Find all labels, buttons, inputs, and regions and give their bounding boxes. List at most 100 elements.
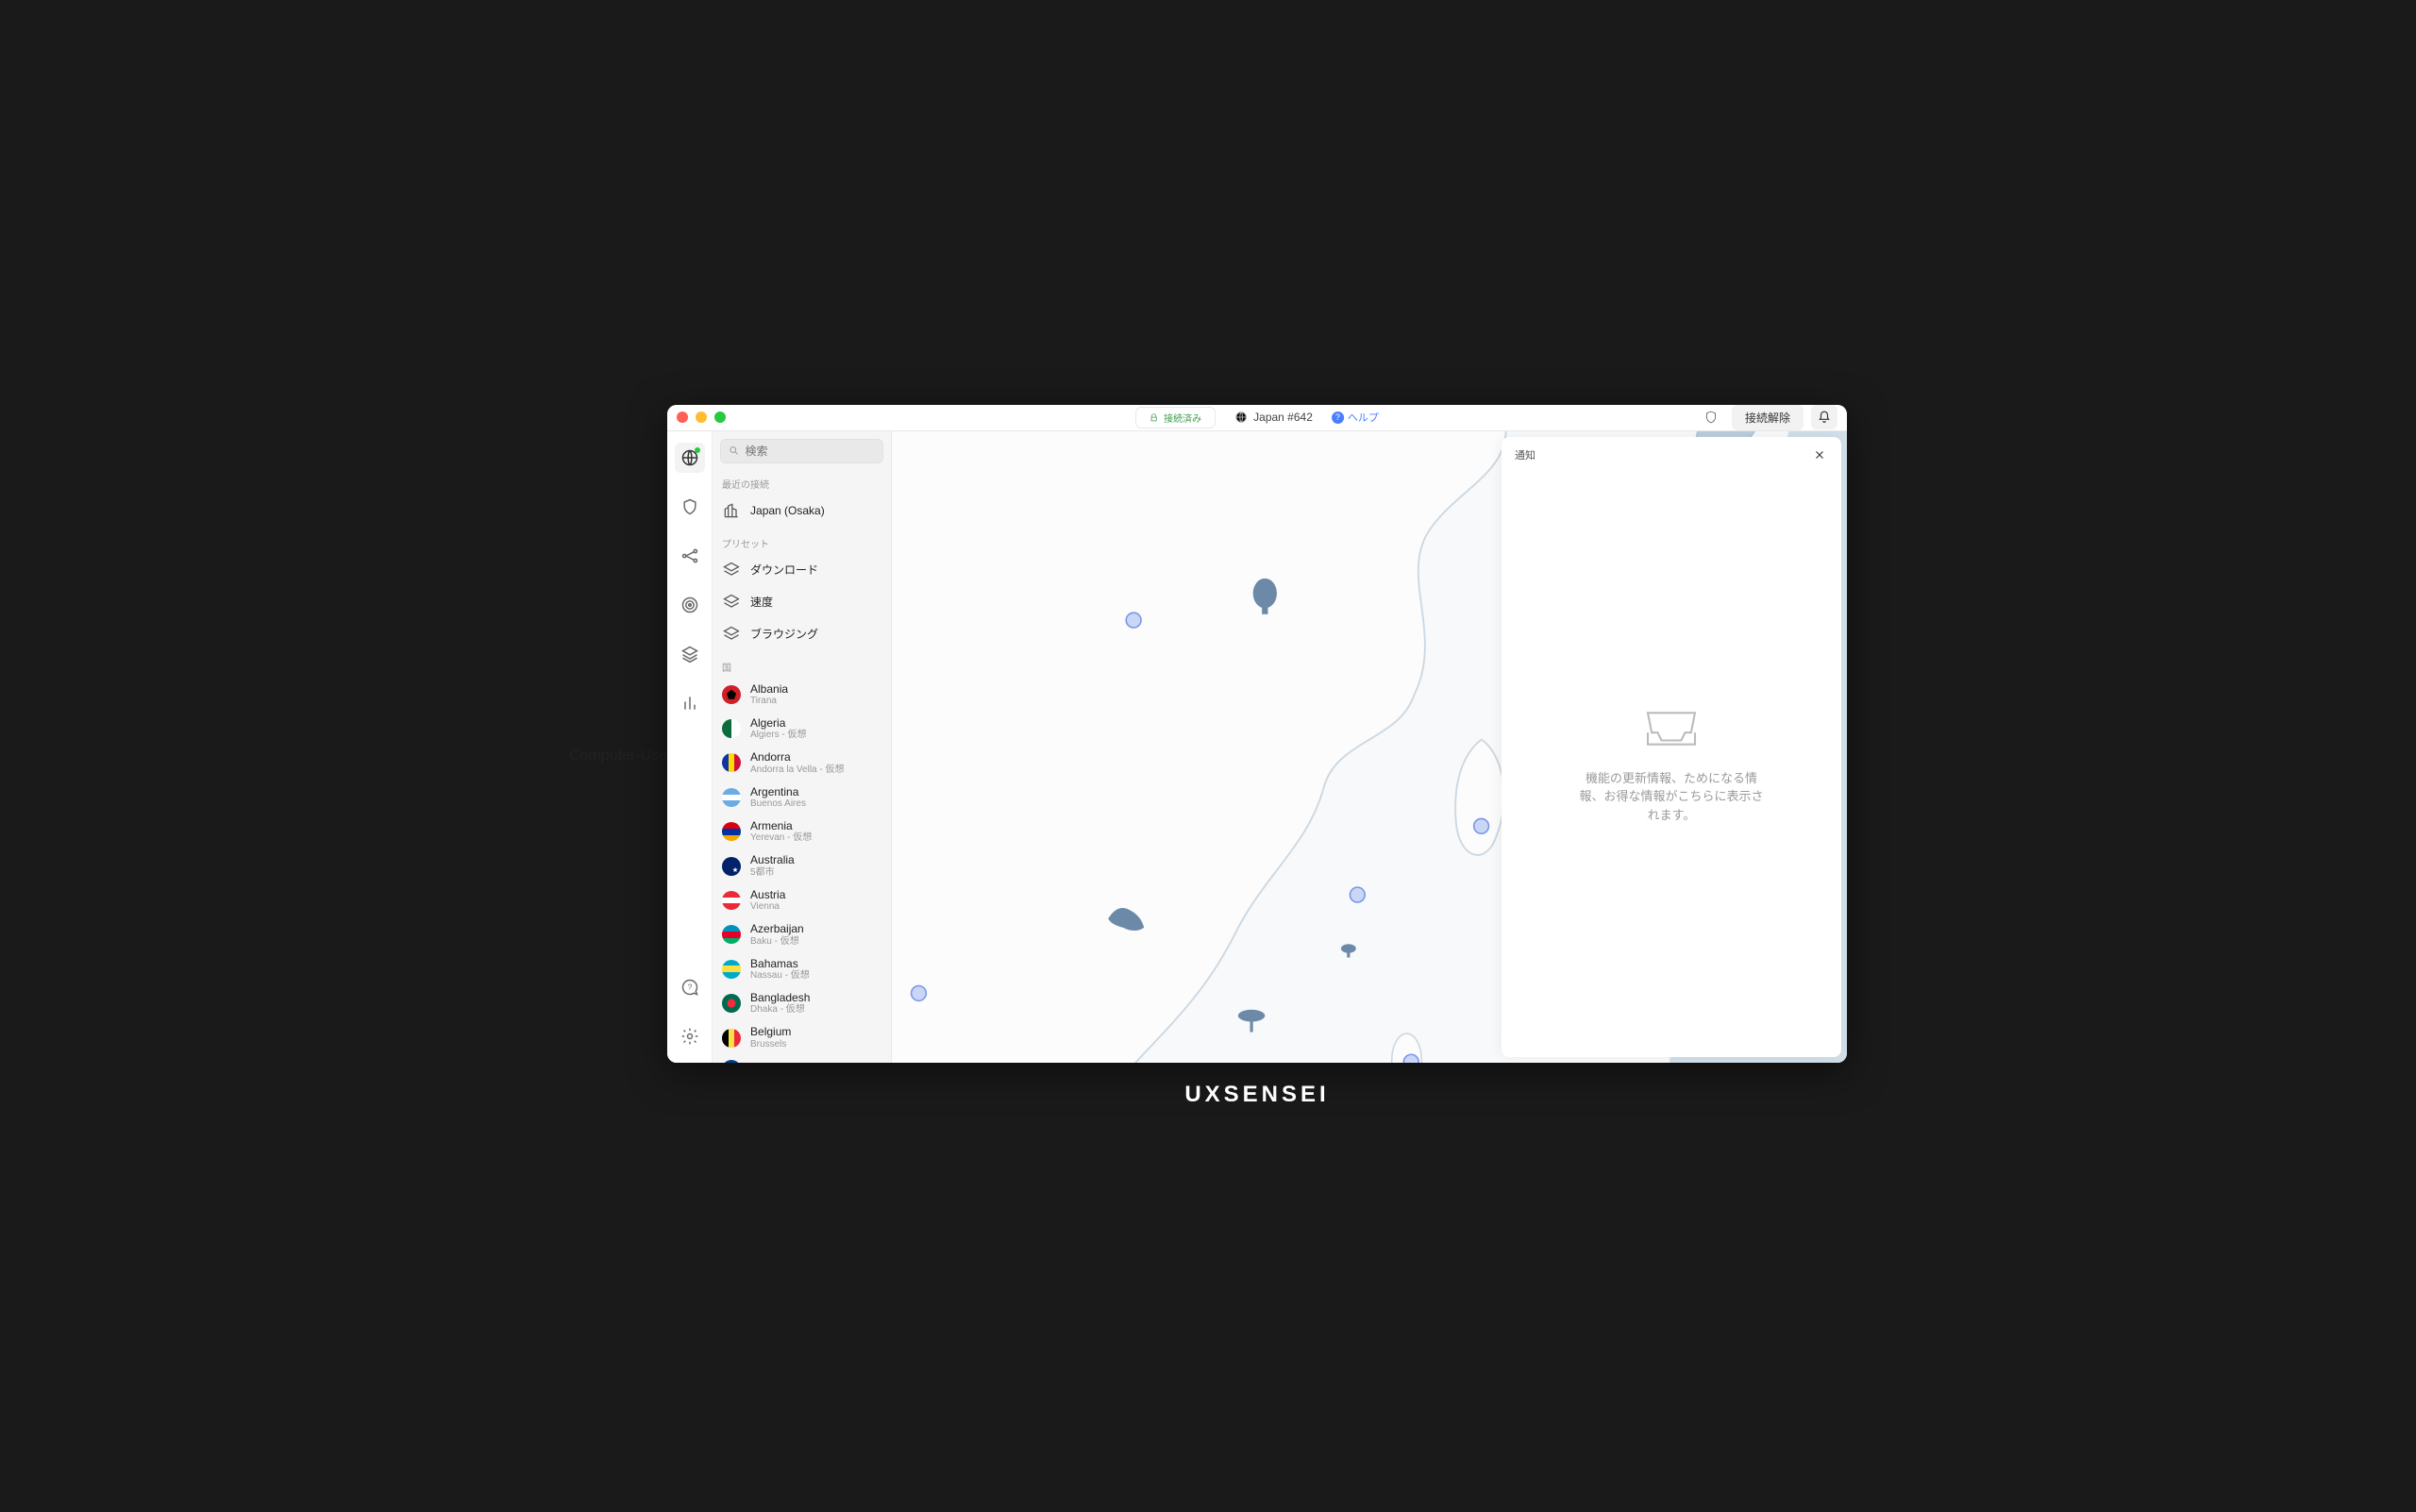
- country-item[interactable]: Belize: [713, 1055, 891, 1063]
- search-input[interactable]: [720, 439, 883, 463]
- country-sub: 5都市: [750, 867, 795, 879]
- flag-icon: [722, 685, 741, 704]
- close-icon: [1813, 448, 1826, 462]
- recent-section-label: 最近の接続: [713, 467, 891, 495]
- flag-icon: [722, 822, 741, 841]
- rail-meshnet[interactable]: [675, 541, 705, 571]
- flag-icon: [722, 1060, 741, 1063]
- country-item[interactable]: AzerbaijanBaku - 仮想: [713, 917, 891, 951]
- nav-rail: ?: [667, 431, 713, 1063]
- app-body: ? 最近の接続 Japan (Osaka) プリセット ダウンロード: [667, 431, 1847, 1063]
- search-field[interactable]: [746, 445, 875, 458]
- rail-globe[interactable]: [675, 443, 705, 473]
- country-sub: Brussels: [750, 1039, 791, 1050]
- sidebar: 最近の接続 Japan (Osaka) プリセット ダウンロード速度ブラウジング…: [713, 431, 892, 1063]
- window-minimize-icon[interactable]: [696, 412, 707, 423]
- preset-label: 速度: [750, 594, 773, 610]
- map-area[interactable]: 通知 機能の更新情報、ためになる情報、お得な情報がこちらに表示されます。: [892, 431, 1847, 1063]
- shield-status-icon[interactable]: [1698, 406, 1724, 428]
- countries-section-label: 国: [713, 650, 891, 678]
- preset-item[interactable]: ダウンロード: [713, 554, 891, 586]
- country-item[interactable]: AustriaVienna: [713, 883, 891, 917]
- country-sub: Buenos Aires: [750, 798, 806, 810]
- country-name: Azerbaijan: [750, 922, 804, 935]
- rail-radar[interactable]: [675, 590, 705, 620]
- flag-icon: [722, 960, 741, 979]
- country-sub: Dhaka - 仮想: [750, 1004, 810, 1016]
- flag-icon: [722, 719, 741, 738]
- city-icon: [722, 501, 741, 520]
- connection-status-pill: 接続済み: [1135, 407, 1216, 428]
- country-sub: Nassau - 仮想: [750, 970, 810, 982]
- flag-icon: [722, 753, 741, 772]
- rail-shield[interactable]: [675, 492, 705, 522]
- panel-header: 通知: [1502, 437, 1841, 473]
- globe-icon: [1234, 411, 1248, 424]
- country-item[interactable]: BangladeshDhaka - 仮想: [713, 986, 891, 1020]
- connected-dot-icon: [695, 447, 700, 453]
- svg-text:?: ?: [687, 982, 692, 991]
- panel-empty-state: 機能の更新情報、ためになる情報、お得な情報がこちらに表示されます。: [1502, 473, 1841, 1057]
- country-item[interactable]: ArgentinaBuenos Aires: [713, 781, 891, 815]
- flag-icon: [722, 925, 741, 944]
- layers-icon: [722, 561, 741, 580]
- empty-message: 機能の更新情報、ためになる情報、お得な情報がこちらに表示されます。: [1577, 769, 1766, 825]
- notifications-button[interactable]: [1811, 405, 1837, 429]
- notifications-panel: 通知 機能の更新情報、ためになる情報、お得な情報がこちらに表示されます。: [1502, 437, 1841, 1057]
- country-name: Armenia: [750, 819, 812, 832]
- layers-icon: [722, 625, 741, 644]
- country-name: Belgium: [750, 1025, 791, 1038]
- country-name: Austria: [750, 888, 785, 901]
- country-name: Australia: [750, 853, 795, 866]
- window-maximize-icon[interactable]: [714, 412, 726, 423]
- titlebar: 接続済み Japan #642 ? ヘルプ 接続解除: [667, 405, 1847, 431]
- preset-label: ブラウジング: [750, 626, 818, 642]
- flag-icon: [722, 788, 741, 807]
- disconnect-button[interactable]: 接続解除: [1732, 405, 1804, 430]
- help-icon: ?: [1332, 412, 1344, 424]
- country-sub: Algiers - 仮想: [750, 730, 806, 741]
- inbox-icon: [1638, 705, 1704, 752]
- panel-title: 通知: [1515, 447, 1535, 462]
- rail-settings[interactable]: [675, 1021, 705, 1051]
- rail-layers[interactable]: [675, 639, 705, 669]
- server-name: Japan #642: [1253, 411, 1313, 424]
- country-item[interactable]: AlgeriaAlgiers - 仮想: [713, 712, 891, 746]
- country-item[interactable]: ArmeniaYerevan - 仮想: [713, 815, 891, 848]
- preset-item[interactable]: 速度: [713, 586, 891, 618]
- search-icon: [729, 445, 740, 457]
- brand-mark: UXSENSEI: [1184, 1082, 1329, 1108]
- rail-support[interactable]: ?: [675, 972, 705, 1002]
- country-sub: Vienna: [750, 901, 785, 913]
- preset-item[interactable]: ブラウジング: [713, 618, 891, 650]
- country-name: Andorra: [750, 750, 845, 764]
- country-item[interactable]: BahamasNassau - 仮想: [713, 952, 891, 986]
- recent-item[interactable]: Japan (Osaka): [713, 495, 891, 527]
- country-name: Bahamas: [750, 957, 810, 970]
- country-sub: Andorra la Vella - 仮想: [750, 764, 845, 776]
- layers-icon: [722, 593, 741, 612]
- country-item[interactable]: BelgiumBrussels: [713, 1020, 891, 1054]
- rail-stats[interactable]: [675, 688, 705, 718]
- country-sub: Yerevan - 仮想: [750, 832, 812, 844]
- lock-icon: [1149, 413, 1158, 422]
- titlebar-center: 接続済み Japan #642 ? ヘルプ: [1135, 407, 1379, 428]
- help-label: ヘルプ: [1348, 410, 1379, 425]
- window-controls: [677, 412, 726, 423]
- country-item[interactable]: AndorraAndorra la Vella - 仮想: [713, 746, 891, 780]
- country-name: Argentina: [750, 785, 806, 798]
- country-name: Albania: [750, 682, 788, 696]
- flag-icon: [722, 857, 741, 876]
- window-close-icon[interactable]: [677, 412, 688, 423]
- country-item[interactable]: Australia5都市: [713, 848, 891, 882]
- help-link[interactable]: ? ヘルプ: [1332, 410, 1379, 425]
- flag-icon: [722, 891, 741, 910]
- connection-status: 接続済み: [1164, 411, 1201, 425]
- flag-icon: [722, 1029, 741, 1048]
- app-window: 接続済み Japan #642 ? ヘルプ 接続解除: [667, 405, 1847, 1063]
- preset-label: ダウンロード: [750, 562, 818, 578]
- panel-close-button[interactable]: [1811, 446, 1828, 463]
- recent-item-label: Japan (Osaka): [750, 504, 825, 517]
- presets-section-label: プリセット: [713, 527, 891, 554]
- country-item[interactable]: AlbaniaTirana: [713, 678, 891, 712]
